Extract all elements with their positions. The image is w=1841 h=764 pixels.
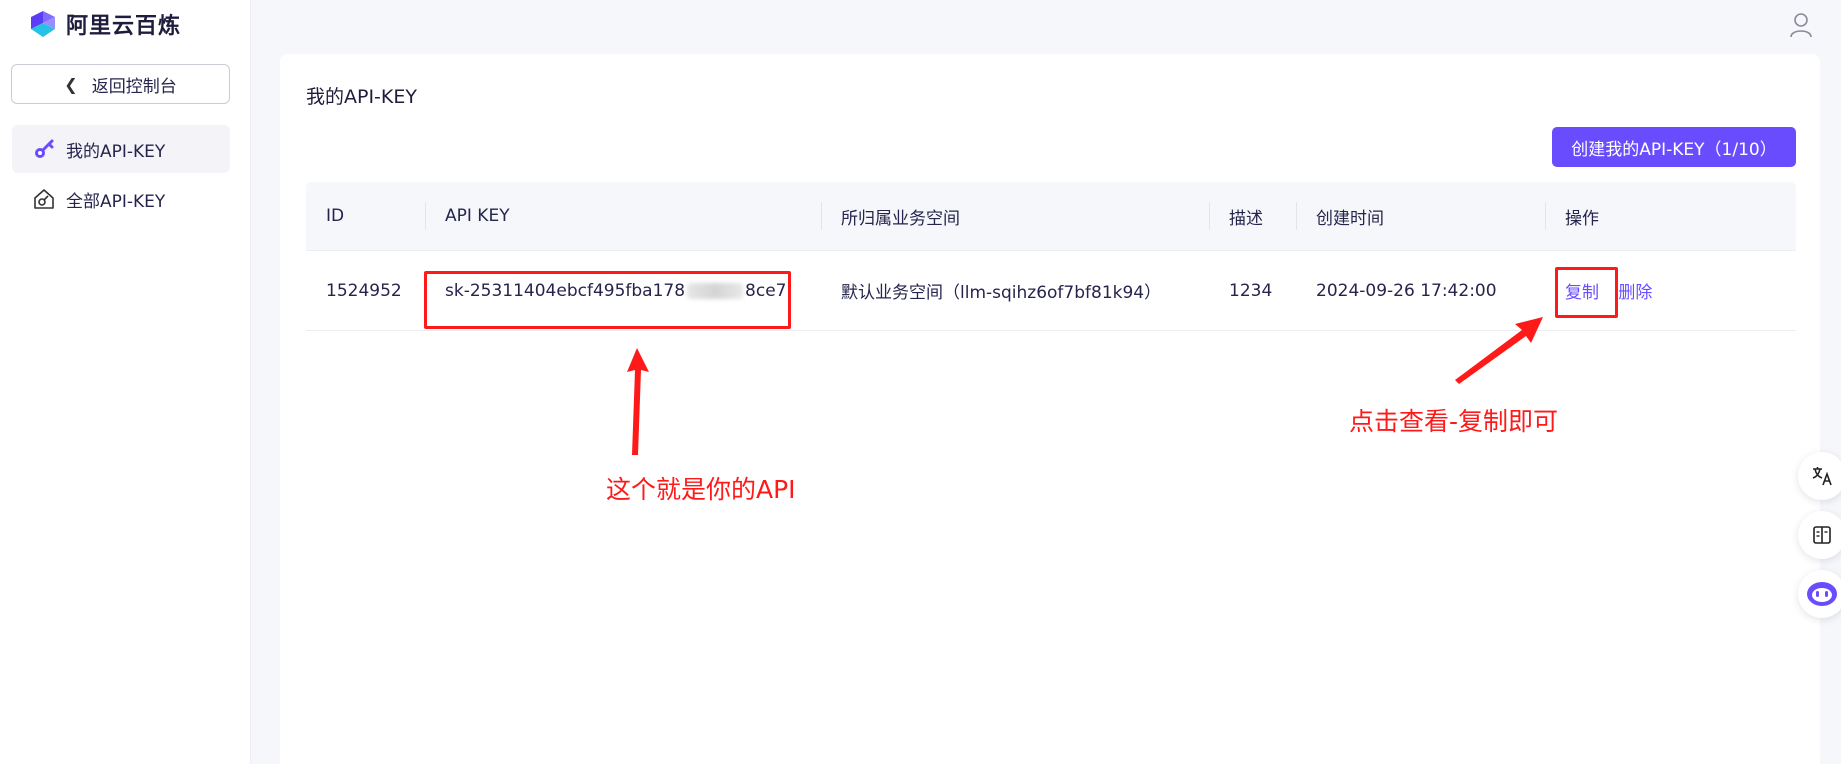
- row-workspace: 默认业务空间（llm-sqihz6of7bf81k94）: [841, 283, 1162, 303]
- chevron-left-icon: ❮: [64, 74, 78, 94]
- column-divider: [1545, 202, 1546, 230]
- back-to-console-button[interactable]: ❮ 返回控制台: [11, 64, 230, 104]
- docs-button[interactable]: [1798, 511, 1841, 559]
- header-id: ID: [326, 206, 345, 226]
- table-header: ID API KEY 所归属业务空间 描述 创建时间 操作: [306, 182, 1796, 250]
- api-key-redacted: [687, 282, 744, 299]
- key-icon: [32, 137, 56, 161]
- sidebar-item-label: 我的API-KEY: [66, 141, 166, 162]
- sidebar-item-all-api-key[interactable]: 全部API-KEY: [12, 175, 230, 223]
- api-key-card: 我的API-KEY 创建我的API-KEY（1/10） ID API KEY 所…: [280, 54, 1820, 764]
- sidebar-item-label: 全部API-KEY: [66, 191, 166, 212]
- table-row: 1524952 sk-25311404ebcf495fba178 8ce7 默认业…: [306, 250, 1796, 331]
- app-root: 阿里云百炼 ❮ 返回控制台 我的API-KEY 全部API-KEY 我的API-…: [0, 0, 1841, 764]
- header-created-time: 创建时间: [1316, 208, 1384, 229]
- home-key-icon: [32, 187, 56, 211]
- row-description: 1234: [1229, 280, 1273, 301]
- create-api-key-button[interactable]: 创建我的API-KEY（1/10）: [1552, 127, 1796, 167]
- sidebar-item-my-api-key[interactable]: 我的API-KEY: [12, 125, 230, 173]
- delete-link[interactable]: 删除: [1618, 283, 1652, 303]
- book-icon: [1813, 526, 1831, 544]
- api-key-table: ID API KEY 所归属业务空间 描述 创建时间 操作 1524952 sk…: [306, 182, 1796, 331]
- translate-button[interactable]: [1798, 452, 1841, 500]
- sidebar: 阿里云百炼 ❮ 返回控制台 我的API-KEY 全部API-KEY: [0, 0, 251, 764]
- brand[interactable]: 阿里云百炼: [28, 8, 181, 40]
- brand-name: 阿里云百炼: [66, 14, 182, 39]
- api-key-visible-end: 8ce7: [745, 280, 787, 301]
- translate-icon: [1812, 467, 1832, 486]
- bailian-logo-icon: [31, 11, 55, 37]
- header-actions: 操作: [1565, 208, 1599, 229]
- api-key-annotation: 这个就是你的API: [606, 475, 796, 504]
- row-api-key[interactable]: sk-25311404ebcf495fba178 8ce7: [445, 281, 786, 301]
- column-divider: [1209, 202, 1210, 230]
- header-workspace: 所归属业务空间: [841, 208, 960, 229]
- api-key-visible-start: sk-25311404ebcf495fba178: [445, 280, 686, 301]
- header-description: 描述: [1229, 208, 1263, 229]
- back-to-console-label: 返回控制台: [91, 76, 177, 97]
- column-divider: [425, 202, 426, 230]
- row-created-time: 2024-09-26 17:42:00: [1316, 280, 1497, 301]
- copy-annotation: 点击查看-复制即可: [1349, 407, 1559, 436]
- row-actions: 复制 删除: [1565, 278, 1652, 303]
- column-divider: [1296, 202, 1297, 230]
- copy-link[interactable]: 复制: [1565, 283, 1599, 303]
- header-api-key: API KEY: [445, 206, 510, 226]
- column-divider: [821, 202, 822, 230]
- assistant-button[interactable]: [1798, 570, 1841, 618]
- user-icon[interactable]: [1789, 12, 1813, 38]
- row-id: 1524952: [326, 280, 402, 301]
- page-title: 我的API-KEY: [306, 86, 417, 108]
- robot-assistant-icon: [1807, 582, 1837, 606]
